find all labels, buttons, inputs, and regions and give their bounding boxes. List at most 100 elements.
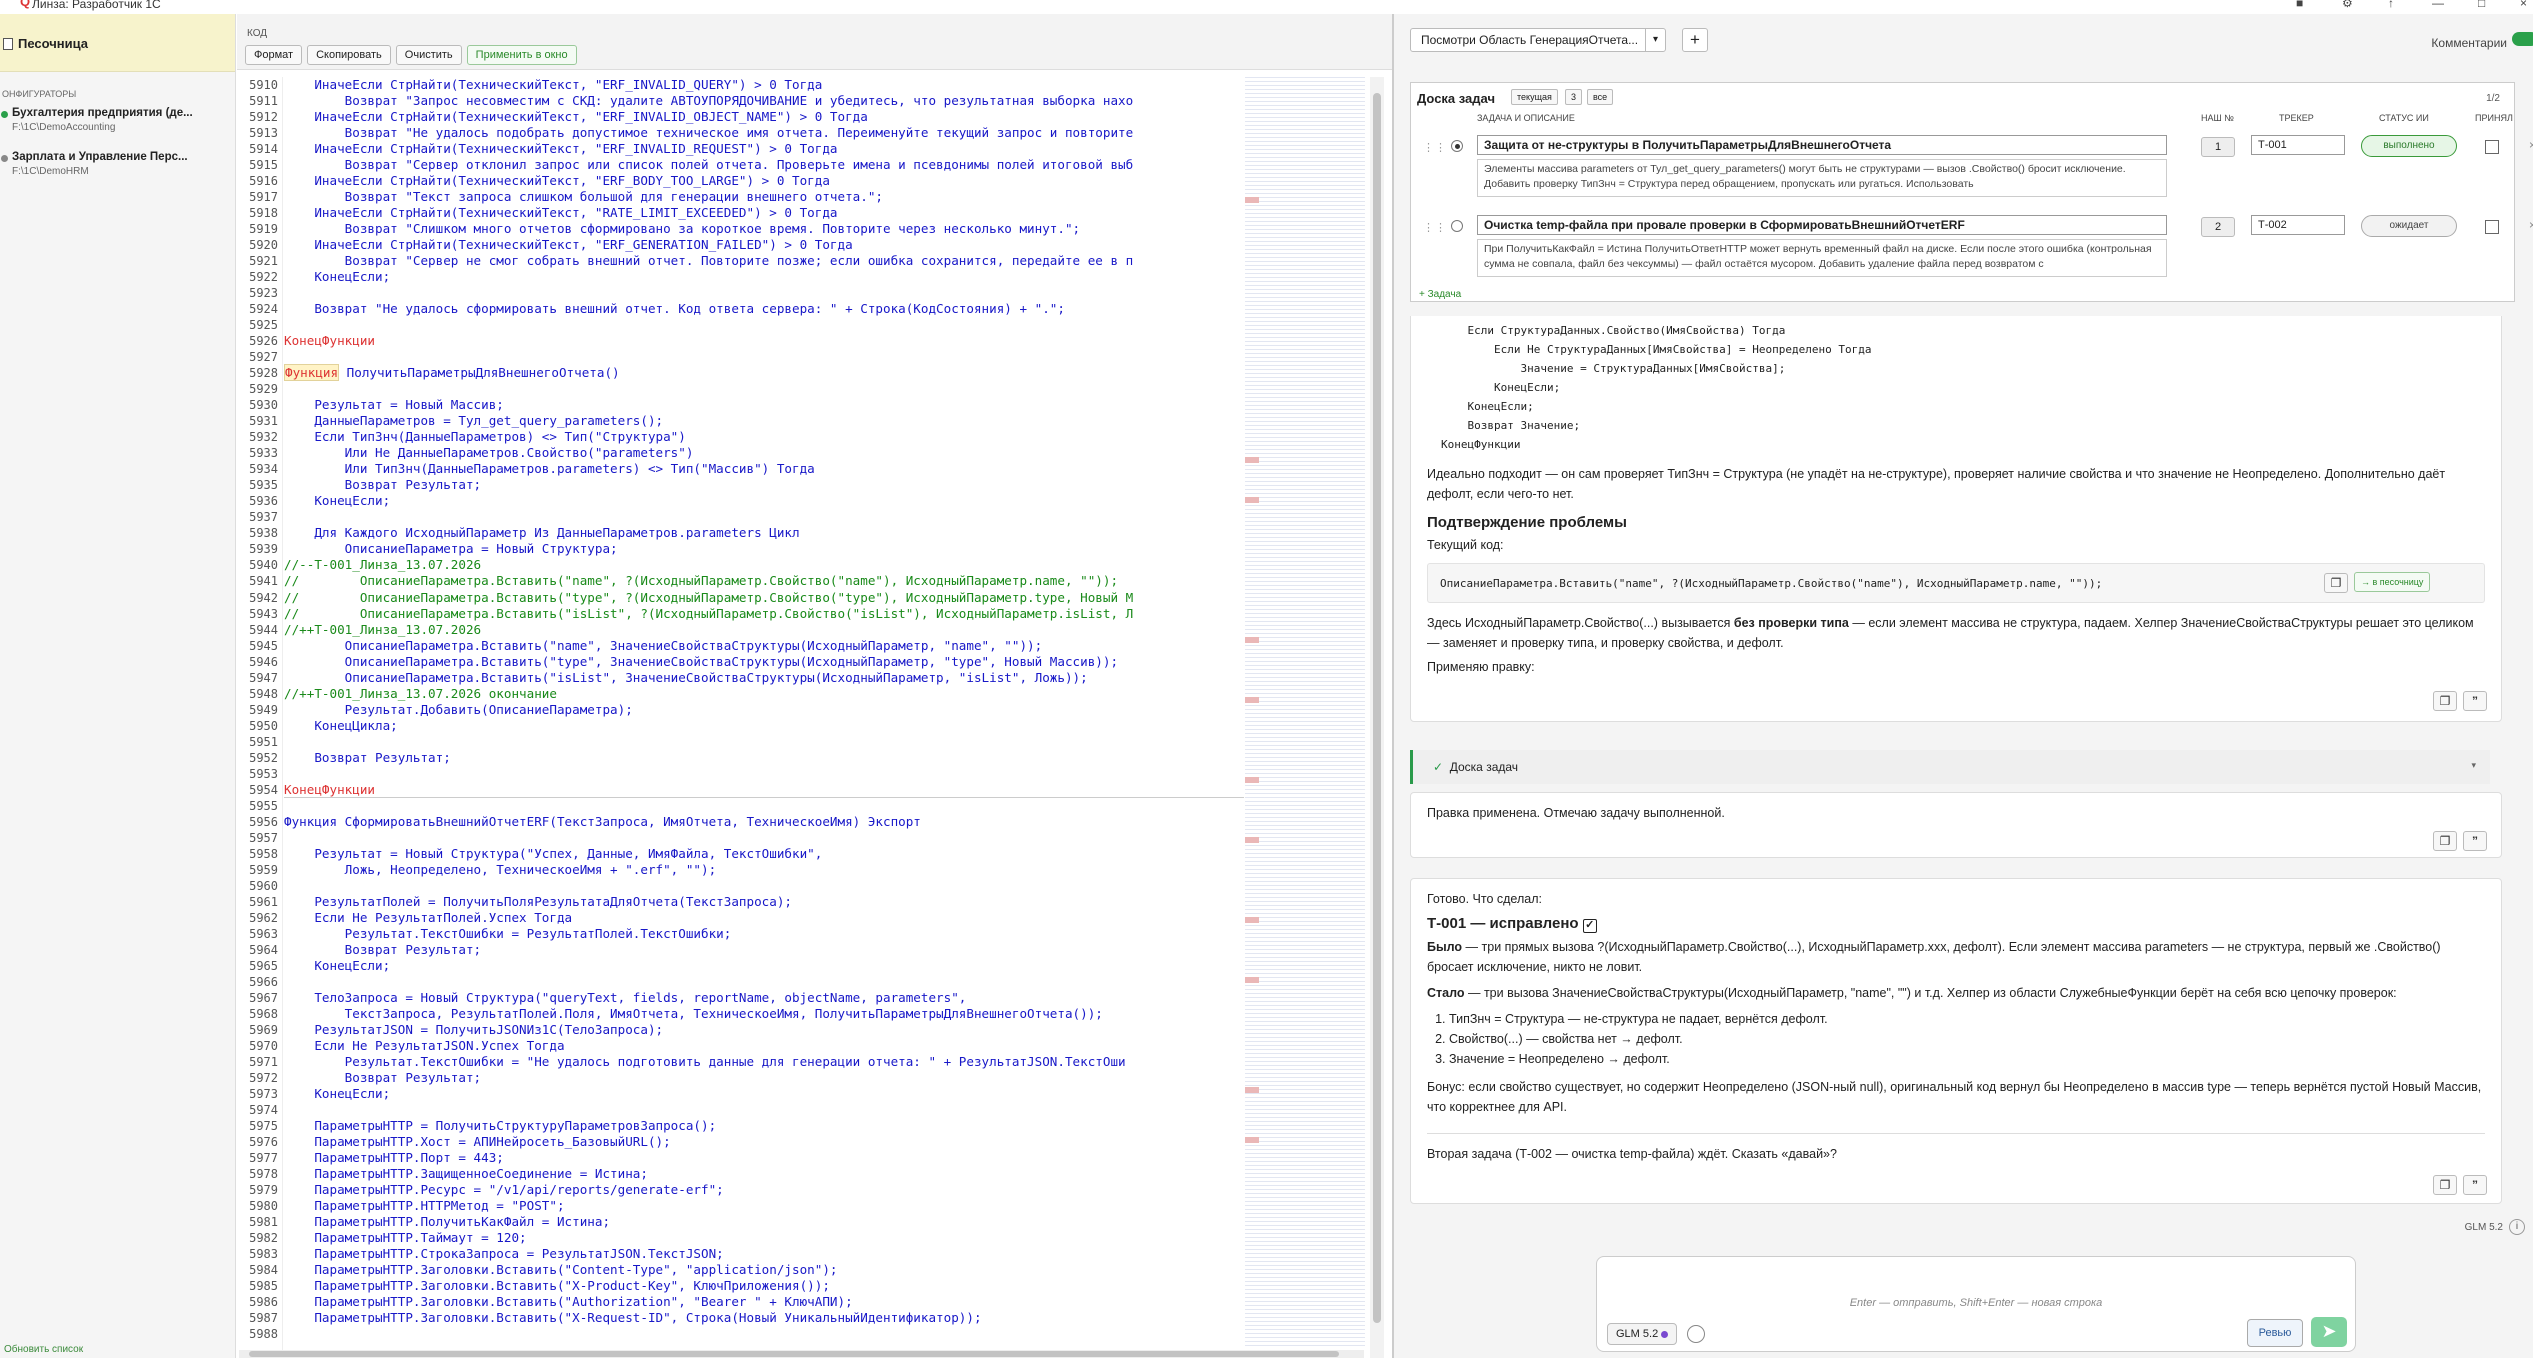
code-line: ПараметрыHTTP.Ресурс = "/v1/api/reports/… bbox=[284, 1182, 724, 1198]
task-title-input[interactable]: Очистка temp-файла при провале проверки … bbox=[1477, 215, 2167, 235]
line-number: 5958 bbox=[249, 846, 278, 861]
text-run-bold: Было bbox=[1427, 940, 1463, 954]
task-tracker-input[interactable]: Т-001 bbox=[2251, 135, 2345, 155]
tool-call-task-board[interactable]: ✓ Доска задач ▾ bbox=[1410, 750, 2490, 784]
quote-message-button[interactable]: ” bbox=[2463, 831, 2487, 851]
send-button[interactable]: ➤ bbox=[2311, 1317, 2347, 1347]
line-number: 5927 bbox=[249, 350, 278, 365]
pin-icon[interactable]: ↑ bbox=[2388, 0, 2394, 9]
minimap-marker bbox=[1245, 637, 1259, 643]
task-description-input[interactable]: При ПолучитьКакФайл = Истина ПолучитьОтв… bbox=[1477, 239, 2167, 277]
clear-button[interactable]: Очистить bbox=[395, 45, 462, 65]
code-line: Ложь, Неопределено, ТехническоеИмя + ".e… bbox=[284, 861, 717, 877]
line-number: 5983 bbox=[249, 1247, 278, 1262]
task-title-input[interactable]: Защита от не-структуры в ПолучитьПарамет… bbox=[1477, 135, 2167, 155]
task-tracker-input[interactable]: Т-002 bbox=[2251, 215, 2345, 235]
code-editor[interactable]: ИначеЕсли СтрНайти(ТехническийТекст, "ER… bbox=[284, 77, 1244, 1358]
line-number: 5915 bbox=[249, 158, 278, 173]
line-number: 5917 bbox=[249, 190, 278, 205]
line-number: 5926 bbox=[249, 334, 278, 349]
comments-toggle[interactable] bbox=[2512, 32, 2533, 46]
session-select[interactable]: Посмотри Область ГенерацияОтчета... ▾ bbox=[1410, 28, 1666, 52]
quote-message-button[interactable]: ” bbox=[2463, 1175, 2487, 1195]
line-number: 5964 bbox=[249, 942, 278, 957]
minimize-icon[interactable]: — bbox=[2432, 0, 2444, 9]
model-selector[interactable]: GLM 5.2 bbox=[1607, 1323, 1677, 1345]
chevron-down-icon[interactable]: ▾ bbox=[2471, 760, 2476, 771]
sandbox-checkbox[interactable] bbox=[3, 38, 13, 50]
model-selector-label: GLM 5.2 bbox=[1616, 1328, 1659, 1340]
horizontal-scrollbar[interactable] bbox=[239, 1350, 1364, 1358]
drag-handle-icon[interactable]: ⋮⋮ bbox=[1423, 221, 1447, 234]
message-paragraph: Применяю правку: bbox=[1427, 660, 1535, 674]
task-description-input[interactable]: Элементы массива parameters от Тул_get_q… bbox=[1477, 159, 2167, 197]
minimap-marker bbox=[1245, 457, 1259, 463]
message-input[interactable]: Enter — отправить, Shift+Enter — новая с… bbox=[1596, 1256, 2356, 1352]
new-session-button[interactable]: + bbox=[1682, 28, 1708, 52]
copy-button[interactable]: Скопировать bbox=[307, 45, 391, 65]
line-number: 5962 bbox=[249, 910, 278, 925]
filter-current[interactable]: текущая bbox=[1511, 89, 1558, 105]
board-pager[interactable]: 1/2 bbox=[2486, 93, 2500, 104]
line-number: 5934 bbox=[249, 462, 278, 477]
code-line: ОписаниеПараметра.Вставить("name", Значе… bbox=[284, 637, 1043, 653]
message-heading: Т-001 — исправлено ✓ bbox=[1427, 915, 2485, 933]
text-run-bold: Стало bbox=[1427, 986, 1465, 1000]
drag-handle-icon[interactable]: ⋮⋮ bbox=[1423, 141, 1447, 154]
code-minimap[interactable] bbox=[1245, 77, 1365, 1347]
code-line: РезультатJSON = ПолучитьJSONИз1С(ТелоЗап… bbox=[284, 1021, 664, 1037]
info-icon[interactable]: i bbox=[2509, 1219, 2525, 1235]
refresh-list-link[interactable]: Обновить список bbox=[4, 1344, 83, 1355]
code-block-line: КонецЕсли; bbox=[1441, 400, 1534, 413]
configurator-item[interactable]: Бухгалтерия предприятия (де... F:\1C\Demo… bbox=[0, 107, 235, 133]
col-task: ЗАДАЧА И ОПИСАНИЕ bbox=[1477, 113, 1575, 123]
delete-task-icon[interactable]: × bbox=[2529, 218, 2533, 232]
configurator-item[interactable]: Зарплата и Управление Перс... F:\1C\DemoH… bbox=[0, 151, 235, 177]
copy-message-button[interactable]: ❐ bbox=[2433, 831, 2457, 851]
check-icon: ✓ bbox=[1433, 760, 1444, 774]
add-task-button[interactable]: + Задача bbox=[1419, 289, 1461, 300]
filter-all[interactable]: все bbox=[1587, 89, 1614, 105]
task-row: ⋮⋮ Очистка temp-файла при провале проверк… bbox=[1411, 209, 2533, 283]
delete-task-icon[interactable]: × bbox=[2529, 138, 2533, 152]
task-status-badge[interactable]: выполнено bbox=[2361, 135, 2457, 157]
gear-icon[interactable]: ⚙ bbox=[2342, 0, 2353, 9]
line-number: 5925 bbox=[249, 318, 278, 333]
filter-count[interactable]: 3 bbox=[1565, 89, 1583, 105]
chevron-down-icon[interactable]: ▾ bbox=[1645, 29, 1665, 51]
copy-message-button[interactable]: ❐ bbox=[2433, 691, 2457, 711]
code-line: Результат.Добавить(ОписаниеПараметра); bbox=[284, 701, 633, 717]
context-indicator[interactable] bbox=[1687, 1325, 1705, 1343]
vertical-scrollbar[interactable] bbox=[1370, 77, 1384, 1358]
line-number: 5971 bbox=[249, 1054, 278, 1069]
format-button[interactable]: Формат bbox=[245, 45, 303, 65]
code-line: КонецЕсли; bbox=[284, 1085, 391, 1101]
task-accepted-checkbox[interactable] bbox=[2485, 140, 2499, 154]
message-paragraph: Вторая задача (Т-002 — очистка temp-файл… bbox=[1427, 1147, 1837, 1161]
copy-snippet-button[interactable]: ❐ bbox=[2324, 573, 2348, 593]
text-run: — три прямых вызова ?(ИсходныйПараметр.С… bbox=[1427, 940, 2441, 974]
keyword-highlight: Функция bbox=[284, 364, 340, 382]
task-select-radio[interactable] bbox=[1451, 140, 1463, 152]
tool-call-label: ✓ Доска задач bbox=[1433, 760, 1518, 774]
task-accepted-checkbox[interactable] bbox=[2485, 220, 2499, 234]
user-icon[interactable]: ■ bbox=[2296, 0, 2303, 9]
to-sandbox-button[interactable]: → в песочницу bbox=[2354, 572, 2431, 592]
message-paragraph: Стало — три вызова ЗначениеСвойстваСтрук… bbox=[1427, 983, 2485, 1003]
line-number: 5935 bbox=[249, 478, 278, 493]
code-line: КонецЕсли; bbox=[284, 269, 391, 285]
close-icon[interactable]: × bbox=[2520, 0, 2527, 9]
line-number: 5969 bbox=[249, 1022, 278, 1037]
apply-to-window-button[interactable]: Применить в окно bbox=[466, 45, 577, 65]
copy-message-button[interactable]: ❐ bbox=[2433, 1175, 2457, 1195]
task-number: 1 bbox=[2201, 137, 2235, 157]
quote-message-button[interactable]: ” bbox=[2463, 691, 2487, 711]
sandbox-item[interactable]: Песочница bbox=[0, 14, 235, 72]
maximize-icon[interactable]: □ bbox=[2478, 0, 2485, 9]
review-button[interactable]: Ревью bbox=[2247, 1319, 2303, 1347]
task-status-badge[interactable]: ожидает bbox=[2361, 215, 2457, 237]
task-select-radio[interactable] bbox=[1451, 220, 1463, 232]
